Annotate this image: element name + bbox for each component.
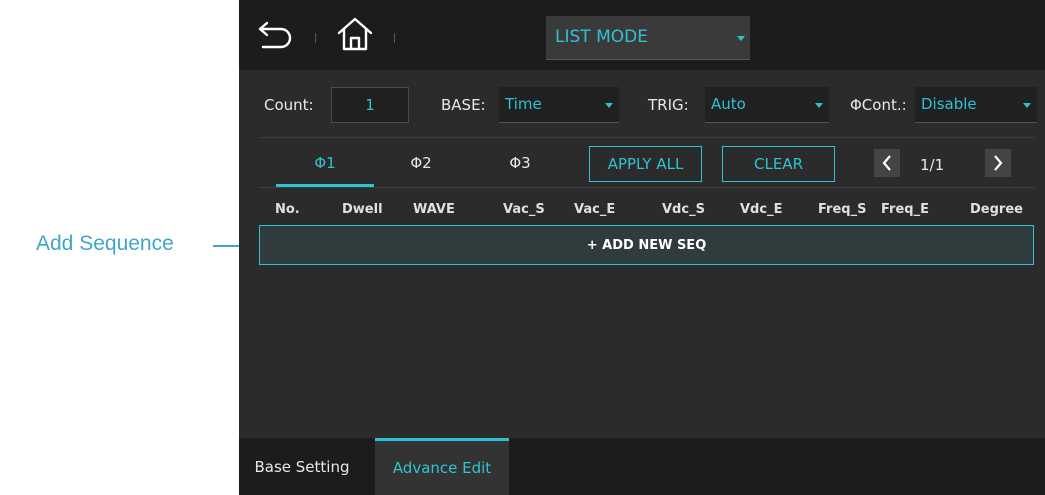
- home-button[interactable]: [335, 14, 375, 54]
- column-header: Dwell: [342, 202, 383, 217]
- column-header: Freq_E: [881, 202, 929, 217]
- caret-down-icon: [815, 103, 823, 108]
- undo-arrow-icon: [258, 21, 292, 49]
- mode-select[interactable]: LIST MODE: [546, 16, 750, 60]
- apply-all-button[interactable]: APPLY ALL: [589, 146, 702, 182]
- column-header: Freq_S: [818, 202, 867, 217]
- column-header: Vac_S: [503, 202, 545, 217]
- caret-down-icon: [737, 36, 745, 41]
- base-value: Time: [505, 95, 542, 113]
- divider: [259, 187, 1035, 188]
- column-header: Degree: [970, 202, 1023, 217]
- column-header: WAVE: [413, 202, 455, 217]
- chevron-left-icon: [882, 155, 891, 171]
- top-bar: LIST MODE: [239, 0, 1045, 70]
- phase-cont-label: ΦCont.:: [850, 96, 907, 114]
- base-label: BASE:: [441, 96, 486, 114]
- trig-label: TRIG:: [648, 96, 689, 114]
- tab-base-setting[interactable]: Base Setting: [247, 438, 357, 495]
- column-header: No.: [275, 202, 300, 217]
- tab-phase-2[interactable]: Φ2: [372, 154, 470, 172]
- prev-page-button[interactable]: [874, 149, 900, 177]
- tab-phase-3[interactable]: Φ3: [471, 154, 569, 172]
- caret-down-icon: [605, 103, 613, 108]
- device-screen: LIST MODE Count: 1 BASE: Time TRIG: Auto…: [239, 0, 1045, 495]
- column-header: Vdc_E: [740, 202, 783, 217]
- mode-value: LIST MODE: [555, 27, 648, 47]
- trig-select[interactable]: Auto: [705, 87, 829, 123]
- base-select[interactable]: Time: [499, 87, 619, 123]
- column-header: Vac_E: [574, 202, 616, 217]
- next-page-button[interactable]: [985, 149, 1011, 177]
- back-button[interactable]: [256, 14, 296, 54]
- home-icon: [337, 17, 373, 51]
- phase-cont-value: Disable: [921, 95, 977, 113]
- column-header: Vdc_S: [662, 202, 705, 217]
- tab-advance-edit[interactable]: Advance Edit: [375, 438, 509, 495]
- tab-phase-1[interactable]: Φ1: [276, 154, 374, 172]
- add-new-seq-button[interactable]: + ADD NEW SEQ: [259, 225, 1034, 265]
- trig-value: Auto: [711, 95, 746, 113]
- caret-down-icon: [1023, 103, 1031, 108]
- annotation-label: Add Sequence: [36, 232, 174, 255]
- page-indicator: 1/1: [920, 156, 945, 174]
- divider: [259, 137, 1035, 138]
- separator: [394, 33, 395, 43]
- count-input[interactable]: 1: [331, 87, 409, 123]
- clear-button[interactable]: CLEAR: [722, 146, 835, 182]
- bottom-bar: [239, 438, 1045, 495]
- phase-cont-select[interactable]: Disable: [915, 87, 1037, 123]
- count-label: Count:: [264, 96, 314, 114]
- separator: [315, 33, 316, 43]
- chevron-right-icon: [994, 155, 1003, 171]
- count-value: 1: [365, 96, 375, 114]
